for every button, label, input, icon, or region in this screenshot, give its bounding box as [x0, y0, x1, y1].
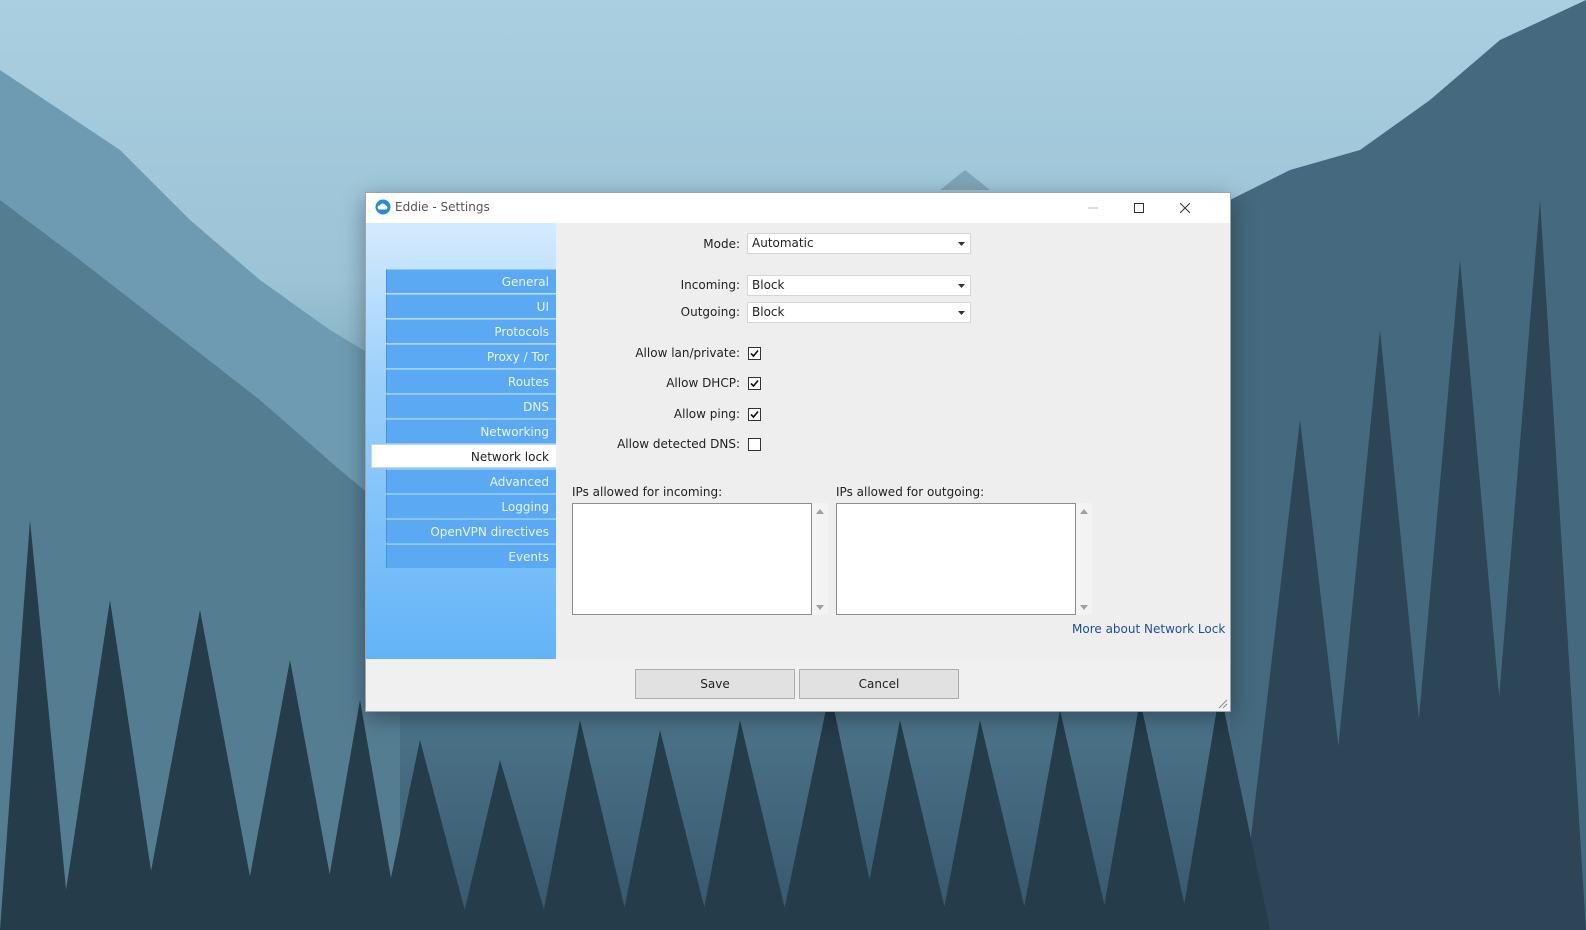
- allow-ping-checkbox[interactable]: [748, 408, 761, 421]
- scroll-up-icon: [816, 508, 824, 514]
- checkmark-icon: [750, 410, 759, 419]
- eddie-cloud-icon: [375, 199, 391, 215]
- minimize-icon: [1088, 207, 1098, 209]
- ips-incoming-textarea[interactable]: [572, 503, 812, 615]
- sidebar-item-logging[interactable]: Logging: [386, 494, 556, 518]
- resize-grip-icon[interactable]: [1216, 697, 1228, 709]
- ips-outgoing-textarea[interactable]: [836, 503, 1076, 615]
- close-button[interactable]: [1162, 193, 1208, 223]
- scroll-down-icon: [816, 604, 824, 610]
- sidebar-item-ui[interactable]: UI: [386, 294, 556, 318]
- chevron-down-icon: [957, 310, 965, 315]
- ips-incoming-scrollbar[interactable]: [812, 503, 828, 615]
- ips-incoming-label: IPs allowed for incoming:: [572, 485, 723, 499]
- outgoing-select[interactable]: Block: [747, 302, 971, 323]
- sidebar-item-networking[interactable]: Networking: [386, 419, 556, 443]
- chevron-down-icon: [957, 241, 965, 246]
- scroll-up-icon: [1080, 508, 1088, 514]
- sidebar-item-general[interactable]: General: [386, 269, 556, 293]
- checkmark-icon: [750, 379, 759, 388]
- settings-window: Eddie - Settings General UI Protocols Pr…: [365, 192, 1231, 712]
- allow-lan-label: Allow lan/private:: [635, 346, 740, 360]
- dialog-footer: Save Cancel: [366, 659, 1230, 711]
- outgoing-label: Outgoing:: [680, 305, 740, 319]
- mode-label: Mode:: [703, 237, 740, 251]
- incoming-label: Incoming:: [680, 278, 740, 292]
- window-title: Eddie - Settings: [395, 200, 490, 214]
- allow-ping-label: Allow ping:: [673, 407, 740, 421]
- maximize-button[interactable]: [1116, 193, 1162, 223]
- mode-select[interactable]: Automatic: [747, 233, 971, 254]
- scroll-down-icon: [1080, 604, 1088, 610]
- sidebar-item-dns[interactable]: DNS: [386, 394, 556, 418]
- sidebar-item-advanced[interactable]: Advanced: [386, 469, 556, 493]
- sidebar-item-openvpn-directives[interactable]: OpenVPN directives: [386, 519, 556, 543]
- sidebar-item-network-lock[interactable]: Network lock: [371, 444, 556, 468]
- settings-sidebar: General UI Protocols Proxy / Tor Routes …: [366, 223, 556, 659]
- sidebar-item-events[interactable]: Events: [386, 544, 556, 568]
- outgoing-value: Block: [752, 305, 785, 319]
- checkmark-icon: [750, 349, 759, 358]
- save-button[interactable]: Save: [635, 669, 795, 699]
- chevron-down-icon: [957, 283, 965, 288]
- incoming-select[interactable]: Block: [747, 275, 971, 296]
- sidebar-item-protocols[interactable]: Protocols: [386, 319, 556, 343]
- allow-dhcp-checkbox[interactable]: [748, 377, 761, 390]
- settings-nav-list: General UI Protocols Proxy / Tor Routes …: [371, 269, 556, 569]
- allow-detected-dns-label: Allow detected DNS:: [617, 437, 740, 451]
- maximize-icon: [1134, 203, 1144, 213]
- title-bar[interactable]: Eddie - Settings: [366, 193, 1230, 223]
- network-lock-panel: Mode: Automatic Incoming: Block Outgoing…: [556, 223, 1230, 659]
- sidebar-item-proxy-tor[interactable]: Proxy / Tor: [386, 344, 556, 368]
- incoming-value: Block: [752, 278, 785, 292]
- cancel-button[interactable]: Cancel: [799, 669, 959, 699]
- close-icon: [1180, 203, 1190, 213]
- allow-detected-dns-checkbox[interactable]: [748, 438, 761, 451]
- ips-outgoing-scrollbar[interactable]: [1076, 503, 1092, 615]
- allow-dhcp-label: Allow DHCP:: [666, 376, 740, 390]
- minimize-button[interactable]: [1070, 193, 1116, 223]
- sidebar-item-routes[interactable]: Routes: [386, 369, 556, 393]
- allow-lan-checkbox[interactable]: [748, 347, 761, 360]
- ips-outgoing-label: IPs allowed for outgoing:: [836, 485, 985, 499]
- more-about-network-lock-link[interactable]: More about Network Lock: [1072, 622, 1225, 636]
- mode-value: Automatic: [752, 236, 814, 250]
